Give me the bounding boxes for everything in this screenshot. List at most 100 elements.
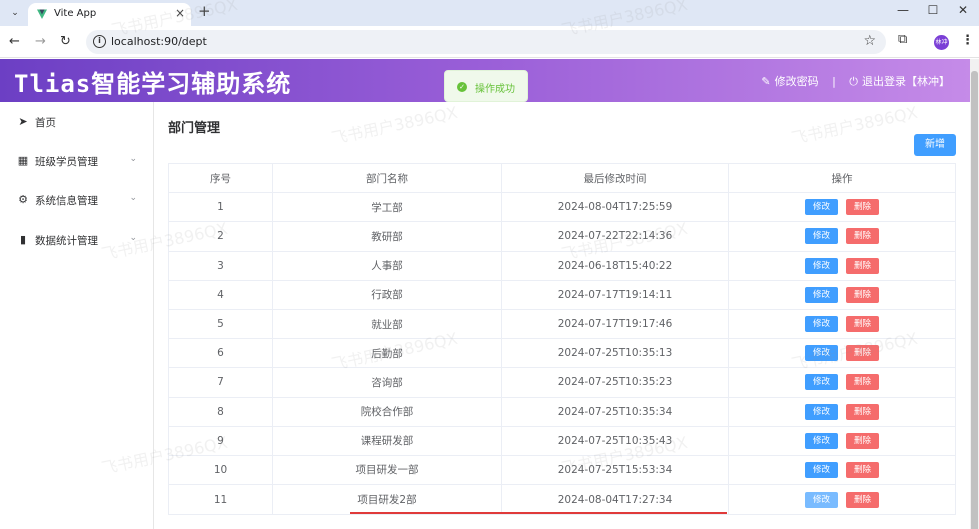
delete-button[interactable]: 删除: [846, 461, 879, 478]
edit-button[interactable]: 修改: [805, 316, 838, 333]
address-bar[interactable]: i localhost:90/dept ☆: [86, 30, 886, 54]
chevron-down-icon: ⌄: [129, 154, 137, 164]
edit-button[interactable]: 修改: [805, 228, 838, 245]
updated-time: 2024-07-25T10:35:13: [502, 339, 729, 368]
bookmark-star-icon[interactable]: ☆: [863, 33, 876, 49]
row-actions: 修改 删除: [729, 456, 955, 484]
browser-tab-bar: ⌄ Vite App × + — ☐ ✕: [0, 0, 979, 26]
page-scrollbar[interactable]: [970, 59, 979, 529]
row-actions: 修改 删除: [729, 368, 955, 396]
tab-title: Vite App: [54, 8, 97, 19]
extensions-icon[interactable]: ⧉: [898, 32, 907, 47]
updated-time: 2024-07-25T15:53:34: [502, 455, 729, 485]
table-row: 3 人事部 2024-06-18T15:40:22 修改 删除: [169, 251, 955, 281]
header-actions: ✎ 修改密码 | ⏻ 退出登录【林冲】: [759, 73, 952, 89]
delete-button[interactable]: 删除: [846, 286, 879, 303]
page-title: 部门管理: [168, 121, 221, 136]
row-actions: 修改 删除: [729, 398, 955, 426]
maximize-icon[interactable]: ☐: [918, 3, 948, 17]
tab-menu-icon[interactable]: ⌄: [6, 4, 24, 22]
row-index: 5: [169, 309, 273, 339]
row-index: 4: [169, 280, 273, 309]
change-password-link[interactable]: 修改密码: [775, 75, 819, 88]
close-window-icon[interactable]: ✕: [948, 3, 978, 17]
sidebar-item-statistics[interactable]: ▮ 数据统计管理 ⌄: [0, 220, 153, 260]
url-text[interactable]: localhost:90/dept: [111, 35, 207, 48]
sidebar-item-system-info[interactable]: ⚙ 系统信息管理 ⌄: [0, 180, 153, 220]
edit-button[interactable]: 修改: [805, 403, 838, 420]
minimize-icon[interactable]: —: [888, 3, 918, 17]
department-name: 咨询部: [273, 368, 502, 397]
table-row: 9 课程研发部 2024-07-25T10:35:43 修改 删除: [169, 426, 955, 456]
table-row: 2 教研部 2024-07-22T22:14:36 修改 删除: [169, 222, 955, 252]
delete-button[interactable]: 删除: [846, 199, 879, 216]
delete-button[interactable]: 删除: [846, 432, 879, 449]
toast-message: 操作成功: [475, 84, 515, 95]
department-name: 就业部: [273, 309, 502, 339]
new-tab-button[interactable]: +: [198, 2, 211, 20]
department-name: 课程研发部: [273, 426, 502, 455]
updated-time: 2024-07-17T19:17:46: [502, 309, 729, 339]
delete-button[interactable]: 删除: [846, 491, 879, 508]
row-actions: 修改 删除: [729, 310, 955, 338]
updated-time: 2024-08-04T17:25:59: [502, 193, 729, 222]
table-row: 5 就业部 2024-07-17T19:17:46 修改 删除: [169, 309, 955, 340]
tab-close-icon[interactable]: ×: [175, 6, 185, 20]
edit-button[interactable]: 修改: [805, 374, 838, 391]
grid-icon: ▦: [17, 154, 29, 167]
department-name: 学工部: [273, 193, 502, 222]
row-actions: 修改 删除: [729, 281, 955, 309]
chevron-down-icon: ⌄: [129, 233, 137, 243]
scrollbar-thumb[interactable]: [971, 71, 978, 529]
sidebar: ➤ 首页 ▦ 班级学员管理 ⌄ ⚙ 系统信息管理 ⌄ ▮ 数据统计管理 ⌄: [0, 102, 154, 529]
forward-icon[interactable]: →: [35, 34, 46, 49]
edit-icon: ✎: [761, 75, 771, 88]
edit-button[interactable]: 修改: [805, 257, 838, 274]
back-icon[interactable]: ←: [9, 34, 20, 49]
delete-button[interactable]: 删除: [846, 228, 879, 245]
sidebar-item-home[interactable]: ➤ 首页: [0, 102, 153, 142]
logout-link[interactable]: 退出登录【林冲】: [862, 75, 950, 88]
sidebar-item-label: 数据统计管理: [35, 235, 98, 247]
table-header: 序号 部门名称 最后修改时间 操作: [169, 164, 955, 194]
column-header: 序号: [169, 164, 273, 193]
edit-button[interactable]: 修改: [805, 461, 838, 478]
chevron-down-icon: ⌄: [129, 193, 137, 203]
department-name: 行政部: [273, 280, 502, 309]
department-name: 后勤部: [273, 339, 502, 368]
more-icon[interactable]: ⋮: [961, 33, 974, 48]
delete-button[interactable]: 删除: [846, 345, 879, 362]
updated-time: 2024-07-17T19:14:11: [502, 280, 729, 309]
delete-button[interactable]: 删除: [846, 316, 879, 333]
delete-button[interactable]: 删除: [846, 257, 879, 274]
department-name: 项目研发2部: [273, 485, 502, 515]
browser-tab[interactable]: Vite App ×: [28, 3, 191, 26]
updated-time: 2024-07-25T10:35:34: [502, 397, 729, 426]
updated-time: 2024-07-22T22:14:36: [502, 222, 729, 251]
site-info-icon[interactable]: i: [93, 35, 106, 48]
updated-time: 2024-06-18T15:40:22: [502, 251, 729, 280]
edit-button[interactable]: 修改: [805, 345, 838, 362]
row-index: 7: [169, 368, 273, 397]
delete-button[interactable]: 删除: [846, 374, 879, 391]
edit-button[interactable]: 修改: [805, 432, 838, 449]
row-actions: 修改 删除: [729, 252, 955, 280]
edit-button[interactable]: 修改: [805, 199, 838, 216]
row-index: 2: [169, 222, 273, 251]
send-icon: ➤: [18, 115, 28, 128]
sidebar-item-class-student[interactable]: ▦ 班级学员管理 ⌄: [0, 141, 153, 181]
row-actions: 修改 删除: [729, 485, 955, 514]
add-department-button[interactable]: 新增: [914, 134, 956, 156]
row-actions: 修改 删除: [729, 193, 955, 221]
row-index: 10: [169, 455, 273, 485]
profile-avatar[interactable]: 林冲: [934, 35, 949, 50]
row-actions: 修改 删除: [729, 427, 955, 455]
reload-icon[interactable]: ↻: [60, 34, 71, 49]
vite-favicon: [37, 9, 47, 19]
delete-button[interactable]: 删除: [846, 403, 879, 420]
row-index: 1: [169, 193, 273, 222]
table-row: 8 院校合作部 2024-07-25T10:35:34 修改 删除: [169, 397, 955, 427]
table-row: 11 项目研发2部 2024-08-04T17:27:34 修改 删除: [169, 485, 955, 515]
edit-button[interactable]: 修改: [805, 286, 838, 303]
edit-button[interactable]: 修改: [805, 491, 838, 508]
